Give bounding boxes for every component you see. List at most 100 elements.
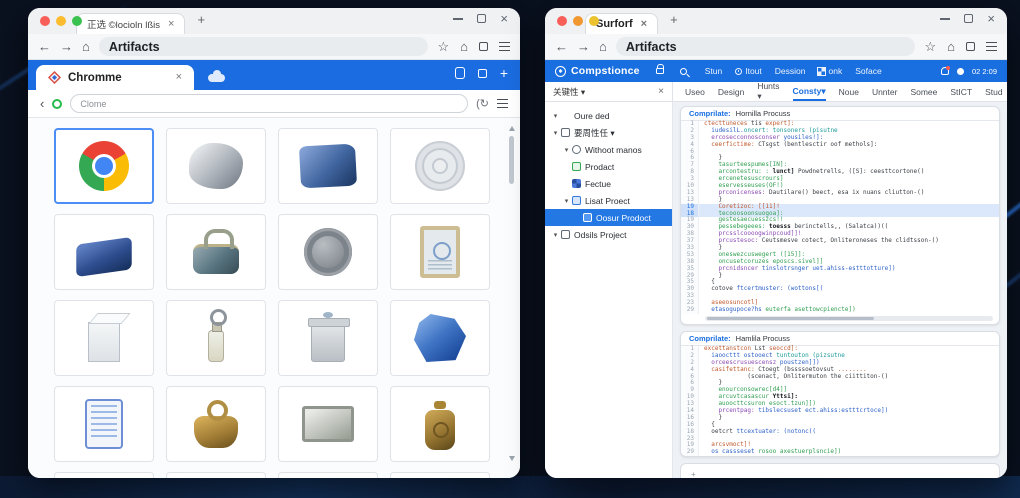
address-bar[interactable]: Artifacts bbox=[615, 37, 916, 56]
close-icon[interactable]: × bbox=[987, 12, 995, 25]
tab-useo[interactable]: Useo bbox=[685, 82, 705, 101]
tab-somee[interactable]: Somee bbox=[910, 82, 937, 101]
caret-down-icon[interactable]: ▾ bbox=[562, 146, 571, 154]
tree-item[interactable]: ▾ Oure ded bbox=[545, 107, 672, 124]
scroll-down-icon[interactable] bbox=[509, 456, 515, 461]
tree-item[interactable]: Prodact bbox=[545, 158, 672, 175]
chromme-tab[interactable]: Chromme × bbox=[36, 65, 194, 90]
artifact-card[interactable] bbox=[278, 300, 378, 376]
artifact-card[interactable] bbox=[166, 386, 266, 462]
tree-item[interactable]: Fectue bbox=[545, 175, 672, 192]
maximize-light[interactable] bbox=[589, 16, 599, 26]
close-icon[interactable]: × bbox=[500, 12, 508, 25]
avatar[interactable] bbox=[956, 67, 964, 75]
tab-stict[interactable]: StICT bbox=[950, 82, 972, 101]
caret-down-icon[interactable]: ▾ bbox=[551, 231, 560, 239]
artifact-card[interactable] bbox=[54, 128, 154, 204]
tree-item[interactable]: Oosur Prodoct bbox=[545, 209, 672, 226]
artifact-card[interactable] bbox=[278, 472, 378, 478]
back-icon[interactable]: ← bbox=[555, 40, 568, 53]
artifact-card[interactable] bbox=[390, 300, 490, 376]
horizontal-scrollbar[interactable] bbox=[705, 315, 993, 321]
add-icon[interactable]: + bbox=[500, 66, 508, 80]
maximize-icon[interactable] bbox=[964, 14, 974, 23]
artifact-card[interactable] bbox=[390, 472, 490, 478]
address-bar[interactable]: Artifacts bbox=[98, 37, 429, 56]
artifact-card[interactable] bbox=[278, 128, 378, 204]
appbar-menu-item[interactable]: Soface bbox=[855, 66, 881, 76]
home-icon[interactable]: ⌂ bbox=[599, 40, 607, 53]
tab-hunts[interactable]: Hunts ▾ bbox=[757, 81, 779, 101]
home-icon[interactable]: ⌂ bbox=[947, 40, 955, 53]
reload-icon[interactable]: (↻ bbox=[476, 97, 489, 110]
artifact-card[interactable] bbox=[166, 300, 266, 376]
browser-tab[interactable]: 正选 ©locioln lßis × bbox=[76, 13, 186, 34]
new-tab-button[interactable]: + bbox=[670, 12, 678, 31]
appbar-menu-item[interactable]: Stun bbox=[705, 66, 723, 76]
scrollbar[interactable] bbox=[508, 126, 515, 470]
bookmark-star-icon[interactable]: ☆ bbox=[924, 40, 936, 53]
new-tab-button[interactable]: + bbox=[197, 12, 205, 31]
tab-design[interactable]: Design bbox=[718, 82, 744, 101]
tab-close-icon[interactable]: × bbox=[176, 72, 182, 83]
brand[interactable]: Compstionce bbox=[555, 65, 640, 77]
back-icon[interactable]: ← bbox=[38, 40, 51, 53]
search-input[interactable]: Clome bbox=[70, 94, 469, 113]
minimize-icon[interactable] bbox=[940, 17, 951, 20]
tree-item[interactable]: ▾ Withoot manos bbox=[545, 141, 672, 158]
back-chevron-icon[interactable]: ‹ bbox=[40, 96, 44, 111]
close-light[interactable] bbox=[40, 16, 50, 26]
extension-icon[interactable] bbox=[454, 67, 465, 79]
maximize-icon[interactable] bbox=[477, 14, 487, 23]
cloud-icon[interactable] bbox=[208, 70, 225, 82]
appbar-menu-item[interactable]: Dession bbox=[775, 66, 806, 76]
artifact-card[interactable] bbox=[166, 128, 266, 204]
minimize-light[interactable] bbox=[573, 16, 583, 26]
caret-down-icon[interactable]: ▾ bbox=[551, 129, 560, 137]
tab-close-icon[interactable]: × bbox=[168, 18, 174, 30]
minimize-light[interactable] bbox=[56, 16, 66, 26]
tab-consty[interactable]: Consty▾ bbox=[792, 82, 826, 101]
appbar-menu-item[interactable]: Itout bbox=[735, 66, 762, 76]
scroll-up-icon[interactable] bbox=[509, 126, 515, 131]
tabs-icon[interactable] bbox=[966, 42, 975, 51]
artifact-card[interactable] bbox=[54, 472, 154, 478]
sidebar-close-icon[interactable]: × bbox=[658, 86, 664, 97]
search-icon[interactable] bbox=[679, 67, 687, 75]
artifact-card[interactable] bbox=[390, 128, 490, 204]
tab-stud[interactable]: Stud bbox=[985, 82, 1003, 101]
bookmark-star-icon[interactable]: ☆ bbox=[437, 40, 449, 53]
tab-close-icon[interactable]: × bbox=[641, 18, 647, 30]
caret-down-icon[interactable]: ▾ bbox=[562, 197, 571, 205]
artifact-card[interactable] bbox=[54, 214, 154, 290]
scroll-thumb[interactable] bbox=[509, 136, 514, 184]
home-icon[interactable]: ⌂ bbox=[82, 40, 90, 53]
artifact-card[interactable] bbox=[166, 472, 266, 478]
lock-icon[interactable] bbox=[655, 64, 664, 74]
notification-bell-icon[interactable] bbox=[940, 66, 950, 75]
tree-item[interactable]: ▾ Lisat Proect bbox=[545, 192, 672, 209]
close-light[interactable] bbox=[557, 16, 567, 26]
menu-icon[interactable] bbox=[986, 42, 997, 51]
menu-icon[interactable] bbox=[497, 99, 508, 108]
minimize-icon[interactable] bbox=[453, 17, 464, 20]
artifact-card[interactable] bbox=[390, 214, 490, 290]
artifact-card[interactable] bbox=[278, 214, 378, 290]
tree-item[interactable]: ▾ Odsils Project bbox=[545, 226, 672, 243]
window-icon[interactable] bbox=[477, 68, 487, 78]
tabs-icon[interactable] bbox=[479, 42, 488, 51]
caret-down-icon[interactable]: ▾ bbox=[551, 112, 560, 120]
artifact-card[interactable] bbox=[54, 300, 154, 376]
maximize-light[interactable] bbox=[72, 16, 82, 26]
forward-icon[interactable]: → bbox=[60, 40, 73, 53]
tree-item[interactable]: ▾ 要周性任 ▾ bbox=[545, 124, 672, 141]
tab-unnter[interactable]: Unnter bbox=[872, 82, 898, 101]
artifact-card[interactable] bbox=[166, 214, 266, 290]
artifact-card[interactable] bbox=[278, 386, 378, 462]
appbar-menu-item[interactable]: onk bbox=[817, 66, 842, 76]
forward-icon[interactable]: → bbox=[577, 40, 590, 53]
artifact-card[interactable] bbox=[390, 386, 490, 462]
menu-icon[interactable] bbox=[499, 42, 510, 51]
artifact-card[interactable] bbox=[54, 386, 154, 462]
tab-noue[interactable]: Noue bbox=[839, 82, 859, 101]
